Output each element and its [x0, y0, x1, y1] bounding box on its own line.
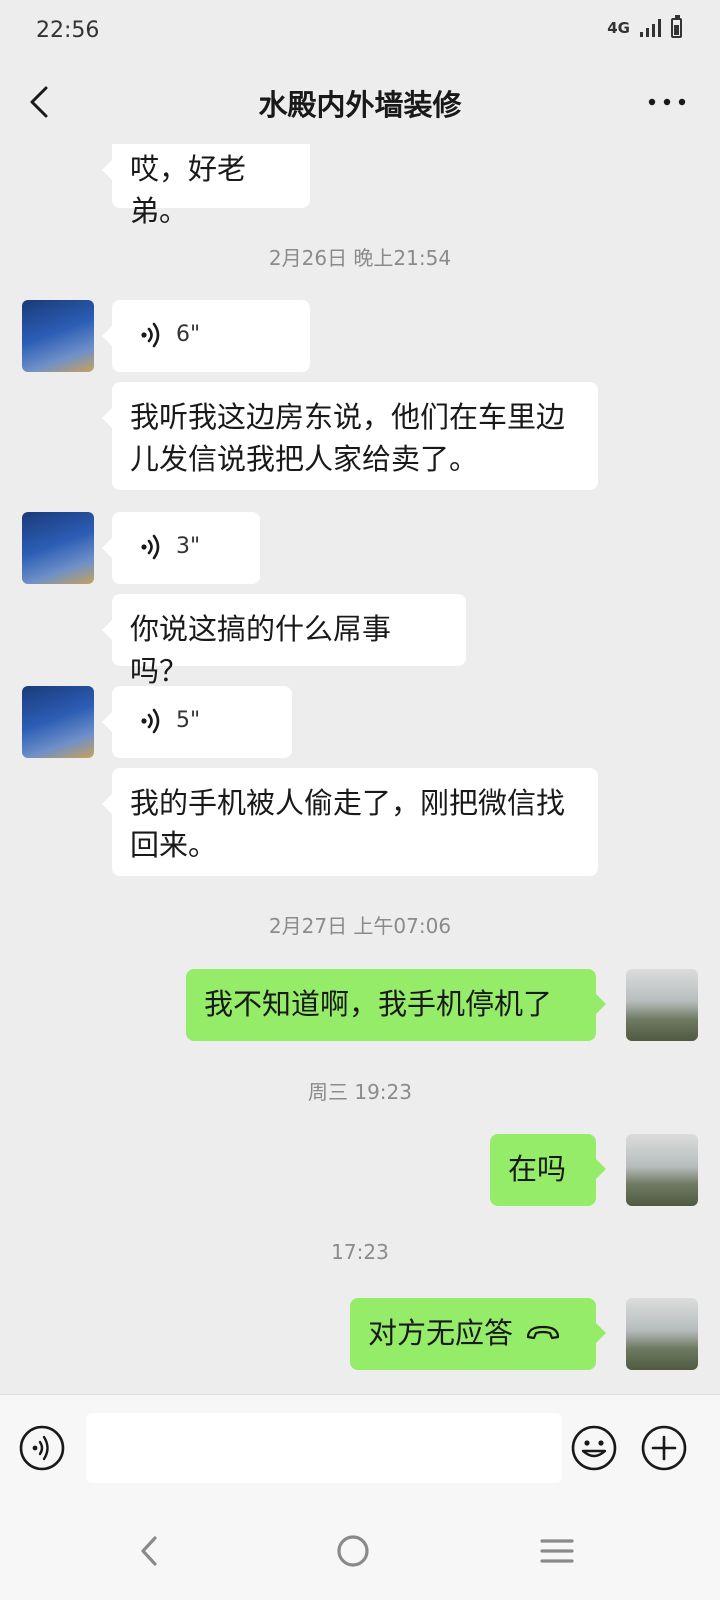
message-text: 哎，好老弟。	[130, 152, 247, 228]
voice-duration: 6"	[176, 322, 201, 347]
emoji-icon	[571, 1425, 617, 1471]
status-time: 22:56	[36, 18, 100, 43]
signal-icon	[640, 19, 661, 37]
voice-input-button[interactable]	[18, 1424, 66, 1472]
my-avatar[interactable]	[626, 1134, 698, 1206]
timestamp: 周三 19:23	[308, 1080, 412, 1104]
voice-wave-icon	[141, 322, 160, 348]
message-text: 对方无应答	[368, 1316, 514, 1350]
system-back-button[interactable]	[125, 1526, 175, 1576]
system-navigation-bar	[0, 1504, 720, 1600]
message-bubble-received[interactable]: 我的手机被人偷走了，刚把微信找回来。	[102, 768, 598, 876]
system-menu-button[interactable]	[532, 1526, 582, 1576]
message-bubble-received[interactable]: 我听我这边房东说，他们在车里边儿发信说我把人家给卖了。	[102, 382, 598, 490]
menu-lines-icon	[540, 1539, 574, 1563]
voice-duration: 5"	[176, 708, 201, 733]
voice-duration: 3"	[176, 534, 201, 559]
voice-message-bubble[interactable]: 5"	[102, 686, 292, 758]
network-type: 4G	[607, 19, 630, 37]
status-icons: 4G	[607, 15, 682, 38]
voice-message-bubble[interactable]: 3"	[102, 512, 260, 584]
message-text: 我的手机被人偷走了，刚把微信找回来。	[130, 786, 566, 862]
status-bar: 22:56 4G	[0, 0, 720, 60]
more-functions-button[interactable]	[640, 1424, 688, 1472]
contact-avatar[interactable]	[22, 512, 94, 584]
emoji-button[interactable]	[570, 1424, 618, 1472]
more-dots-icon	[648, 98, 686, 106]
voice-wave-icon	[141, 708, 160, 734]
voice-icon	[19, 1425, 65, 1471]
phone-hangup-icon	[526, 1325, 560, 1340]
chat-header: 水殿内外墙装修	[0, 60, 720, 144]
my-avatar[interactable]	[626, 1298, 698, 1370]
call-record-bubble[interactable]: 对方无应答	[350, 1298, 606, 1370]
timestamp: 2月27日 上午07:06	[268, 914, 452, 938]
battery-icon	[671, 15, 682, 38]
message-text: 我听我这边房东说，他们在车里边儿发信说我把人家给卖了。	[130, 400, 566, 476]
message-list[interactable]: 哎，好老弟。 2月26日 晚上21:54 6" 我听我这边房东说，他们在车里边儿…	[0, 144, 720, 1394]
back-arrow-icon	[141, 1536, 157, 1566]
contact-avatar[interactable]	[22, 300, 94, 372]
message-text: 在吗	[508, 1152, 567, 1186]
voice-wave-icon	[141, 534, 160, 560]
more-button[interactable]	[642, 88, 692, 116]
message-bubble-received[interactable]: 你说这搞的什么屌事吗？	[102, 594, 466, 688]
my-avatar[interactable]	[626, 969, 698, 1041]
timestamp: 2月26日 晚上21:54	[268, 246, 452, 270]
home-circle-icon	[337, 1535, 369, 1567]
system-home-button[interactable]	[328, 1526, 378, 1576]
message-bubble-sent[interactable]: 在吗	[490, 1134, 606, 1206]
input-bar	[0, 1394, 720, 1504]
contact-avatar[interactable]	[22, 686, 94, 758]
chat-title: 水殿内外墙装修	[258, 88, 462, 122]
message-input[interactable]	[86, 1413, 562, 1483]
message-bubble-sent[interactable]: 我不知道啊，我手机停机了	[186, 969, 606, 1041]
timestamp: 17:23	[331, 1240, 389, 1264]
plus-icon	[641, 1425, 687, 1471]
message-bubble-received[interactable]: 哎，好老弟。	[102, 144, 310, 228]
message-text: 我不知道啊，我手机停机了	[204, 987, 553, 1021]
voice-message-bubble[interactable]: 6"	[102, 300, 310, 372]
